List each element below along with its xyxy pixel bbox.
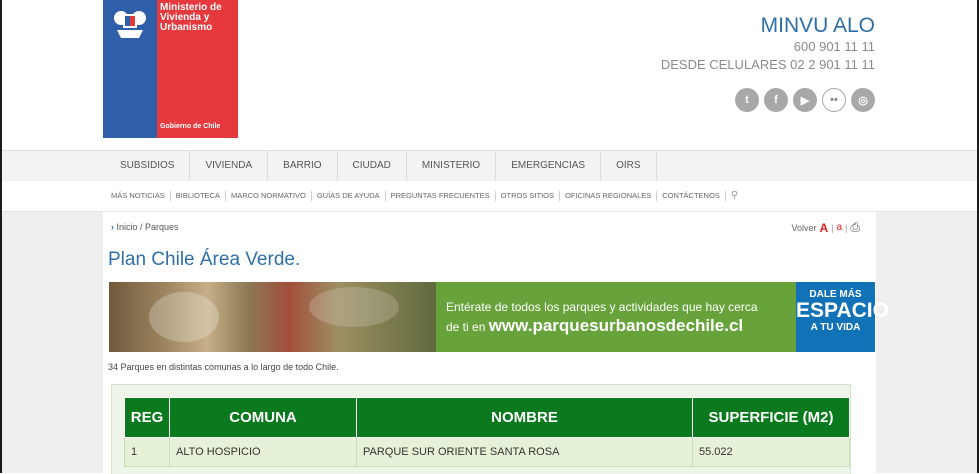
badge-mid: ESPACIO (796, 299, 889, 322)
subnav-biblioteca[interactable]: BIBLIOTECA (171, 191, 226, 201)
badge-bottom: A TU VIDA (810, 322, 861, 333)
column-header-superficie: SUPERFICIE (M2) (692, 397, 850, 438)
youtube-icon[interactable]: ▶ (793, 88, 817, 112)
banner-photo (109, 282, 436, 352)
breadcrumb-arrow-icon: › (111, 222, 114, 232)
subnav-mas-noticias[interactable]: MÁS NOTICIAS (106, 191, 171, 201)
font-increase-button[interactable]: A (819, 221, 828, 235)
subnav-guias-de-ayuda[interactable]: GUÍAS DE AYUDA (312, 191, 386, 201)
banner-line-2-prefix: de ti en (446, 320, 489, 334)
contact-mobile: DESDE CELULARES 02 2 901 11 11 (660, 57, 875, 72)
table-row: 1 ALTO HOSPICIO PARQUE SUR ORIENTE SANTA… (124, 437, 850, 467)
contact-title: MINVU ALO (760, 14, 875, 37)
page-title: Plan Chile Área Verde. (108, 249, 301, 270)
breadcrumb: › Inicio / Parques (111, 222, 179, 232)
contact-block: MINVU ALO 600 901 11 11 DESDE CELULARES … (661, 14, 875, 74)
breadcrumb-text[interactable]: Inicio / Parques (117, 222, 179, 232)
search-icon[interactable]: ⚲ (726, 191, 743, 201)
coat-of-arms-icon (114, 11, 146, 38)
banner-line-1: Entérate de todos los parques y activida… (446, 300, 758, 314)
nav-item-emergencias[interactable]: EMERGENCIAS (496, 151, 602, 181)
column-header-comuna: COMUNA (169, 397, 357, 438)
nav-item-ciudad[interactable]: CIUDAD (338, 151, 407, 181)
banner-photo-splash (149, 292, 219, 342)
cell-superficie: 55.022 (692, 437, 850, 467)
back-link[interactable]: Volver (791, 223, 816, 233)
flickr-icon[interactable]: •• (822, 88, 846, 112)
banner-photo-splash (309, 287, 399, 327)
page-tools: Volver A | a | ⎙ (791, 220, 860, 235)
cell-nombre: PARQUE SUR ORIENTE SANTA ROSA (356, 437, 693, 467)
secondary-nav: MÁS NOTICIAS BIBLIOTECA MARCO NORMATIVO … (2, 181, 977, 212)
column-header-reg: REG (124, 397, 170, 438)
cell-comuna: ALTO HOSPICIO (169, 437, 357, 467)
nav-item-vivienda[interactable]: VIVIENDA (190, 151, 269, 181)
nav-item-barrio[interactable]: BARRIO (268, 151, 338, 181)
parks-banner[interactable]: Entérate de todos los parques y activida… (109, 282, 889, 352)
subnav-marco-normativo[interactable]: MARCO NORMATIVO (226, 191, 312, 201)
cell-reg: 1 (124, 437, 170, 467)
logo-blue-panel (103, 0, 157, 138)
parks-summary: 34 Parques en distintas comunas a lo lar… (108, 362, 339, 372)
logo-government: Gobierno de Chile (160, 123, 221, 130)
parks-table: REG COMUNA NOMBRE SUPERFICIE (M2) 1 ALTO… (124, 397, 850, 467)
logo-red-panel: Ministerio de Vivienda y Urbanismo Gobie… (157, 0, 238, 138)
subnav-contactenos[interactable]: CONTÁCTENOS (657, 191, 726, 201)
table-header-row: REG COMUNA NOMBRE SUPERFICIE (M2) (124, 397, 850, 438)
instagram-icon[interactable]: ◎ (851, 88, 875, 112)
facebook-icon[interactable]: f (764, 88, 788, 112)
subnav-oficinas-regionales[interactable]: OFICINAS REGIONALES (560, 191, 658, 201)
primary-nav: SUBSIDIOS VIVIENDA BARRIO CIUDAD MINISTE… (2, 150, 977, 182)
ministry-logo[interactable]: Ministerio de Vivienda y Urbanismo Gobie… (103, 0, 238, 138)
nav-item-ministerio[interactable]: MINISTERIO (407, 151, 497, 181)
subnav-preguntas-frecuentes[interactable]: PREGUNTAS FRECUENTES (386, 191, 496, 201)
tools-separator: | (845, 222, 848, 233)
twitter-icon[interactable]: t (735, 88, 759, 112)
banner-url[interactable]: www.parquesurbanosdechile.cl (489, 316, 743, 335)
subnav-otros-sitios[interactable]: OTROS SITIOS (496, 191, 561, 201)
banner-badge: DALE MÁS ESPACIO A TU VIDA (796, 282, 889, 352)
nav-item-subsidios[interactable]: SUBSIDIOS (105, 151, 191, 181)
tools-separator: | (831, 222, 834, 233)
banner-line-2: de ti en www.parquesurbanosdechile.cl (446, 316, 743, 336)
contact-phone: 600 901 11 11 (793, 39, 875, 54)
column-header-nombre: NOMBRE (356, 397, 693, 438)
banner-message: Entérate de todos los parques y activida… (436, 282, 796, 352)
social-links: t f ▶ •• ◎ (735, 88, 875, 112)
parks-table-container: REG COMUNA NOMBRE SUPERFICIE (M2) 1 ALTO… (111, 384, 851, 474)
print-icon[interactable]: ⎙ (850, 220, 860, 235)
logo-ministry-name: Ministerio de Vivienda y Urbanismo (160, 2, 222, 33)
font-decrease-button[interactable]: a (836, 222, 842, 233)
nav-item-oirs[interactable]: OIRS (601, 151, 657, 181)
main-content: › Inicio / Parques Volver A | a | ⎙ Plan… (103, 212, 889, 474)
